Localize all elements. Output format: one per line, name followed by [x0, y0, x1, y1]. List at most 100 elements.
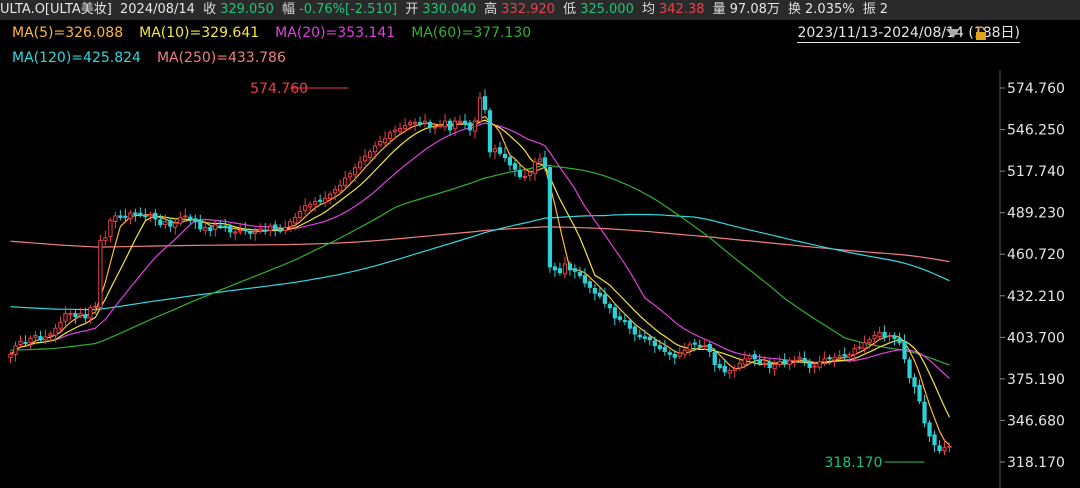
ma20-line [10, 122, 950, 380]
candle-body [293, 216, 298, 224]
candle-body [802, 357, 807, 363]
candle-body [148, 213, 153, 217]
candle-body [467, 122, 473, 131]
candle-body [732, 368, 737, 371]
candle-body [927, 422, 932, 437]
y-tick-label: 432.210 [1007, 289, 1065, 305]
candle-body [947, 445, 952, 448]
y-tick-label: 517.740 [1007, 164, 1065, 180]
candle-body [452, 120, 458, 130]
candle-body [542, 157, 548, 167]
candle-body [662, 346, 667, 352]
candle-body [173, 222, 178, 228]
candle-body [318, 199, 323, 202]
candle-body [547, 167, 553, 268]
candle-body [198, 220, 203, 230]
candle-body [427, 121, 433, 128]
candle-body [437, 125, 443, 128]
candle-body [622, 320, 627, 323]
candle-body [263, 229, 268, 232]
candle-body [53, 327, 58, 336]
candle-body [303, 205, 308, 211]
candle-body [737, 362, 742, 369]
candle-body [348, 173, 353, 178]
ma5-line [10, 115, 950, 446]
candle-body [358, 161, 363, 169]
candle-body [532, 161, 538, 174]
candle-body [742, 358, 747, 365]
candle-body [353, 167, 358, 176]
candle-body [702, 345, 707, 348]
candle-body [138, 212, 143, 215]
candle-body [752, 354, 757, 360]
high-annotation-label: 574.760 [250, 81, 308, 97]
candle-body [517, 169, 523, 178]
candle-body [178, 216, 183, 224]
candle-body [43, 336, 48, 341]
candle-body [597, 292, 602, 297]
candle-body [23, 341, 28, 344]
candle-body [557, 268, 563, 274]
y-tick-label: 460.720 [1007, 247, 1065, 263]
candle-body [362, 155, 368, 162]
candle-body [617, 316, 622, 320]
candle-body [642, 336, 647, 339]
candle-body [512, 163, 518, 170]
y-tick-label: 375.190 [1007, 372, 1065, 388]
candle-body [537, 158, 543, 163]
candle-body [253, 231, 258, 234]
candle-body [397, 127, 403, 132]
candle-body [592, 288, 598, 294]
candle-body [367, 151, 373, 158]
candle-body [78, 313, 83, 316]
candle-body [163, 221, 168, 226]
candle-body [328, 193, 333, 199]
candle-body [697, 344, 702, 347]
candle-body [258, 228, 263, 232]
candle-body [417, 122, 423, 125]
candle-body [218, 225, 223, 228]
candle-body [323, 197, 328, 204]
candle-body [937, 445, 942, 452]
candle-body [298, 211, 303, 218]
y-tick-label: 346.680 [1007, 413, 1065, 429]
candle-body [63, 313, 68, 322]
candle-body [632, 326, 637, 335]
candle-body [83, 314, 88, 319]
candle-body [123, 215, 128, 218]
candle-body [447, 120, 453, 131]
candle-body [787, 359, 792, 365]
candle-body [8, 353, 13, 358]
candle-body [98, 240, 103, 308]
candle-body [817, 361, 822, 368]
candle-body [507, 157, 513, 166]
candle-body [377, 141, 383, 146]
candle-body [552, 266, 558, 271]
candle-body [13, 345, 18, 355]
candle-body [38, 336, 43, 341]
candle-body [223, 225, 228, 229]
candle-body [412, 122, 418, 125]
candle-body [462, 120, 468, 125]
candle-body [402, 125, 408, 129]
candle-body [672, 353, 677, 358]
candle-body [762, 362, 767, 365]
candle-body [118, 215, 123, 218]
candle-body [897, 337, 902, 344]
candle-body [687, 343, 692, 351]
candle-body [273, 224, 278, 230]
candle-body [682, 349, 687, 355]
candle-body [577, 271, 583, 277]
candle-body [243, 228, 248, 231]
candle-body [722, 365, 727, 373]
candle-body [477, 97, 483, 122]
candle-body [472, 120, 478, 132]
candle-body [213, 224, 218, 230]
candle-body [727, 369, 732, 374]
candle-body [153, 212, 158, 220]
candle-body [343, 177, 348, 186]
candle-body [33, 334, 38, 338]
candle-body [228, 225, 233, 233]
candle-body [203, 227, 208, 231]
candle-body [922, 401, 927, 424]
